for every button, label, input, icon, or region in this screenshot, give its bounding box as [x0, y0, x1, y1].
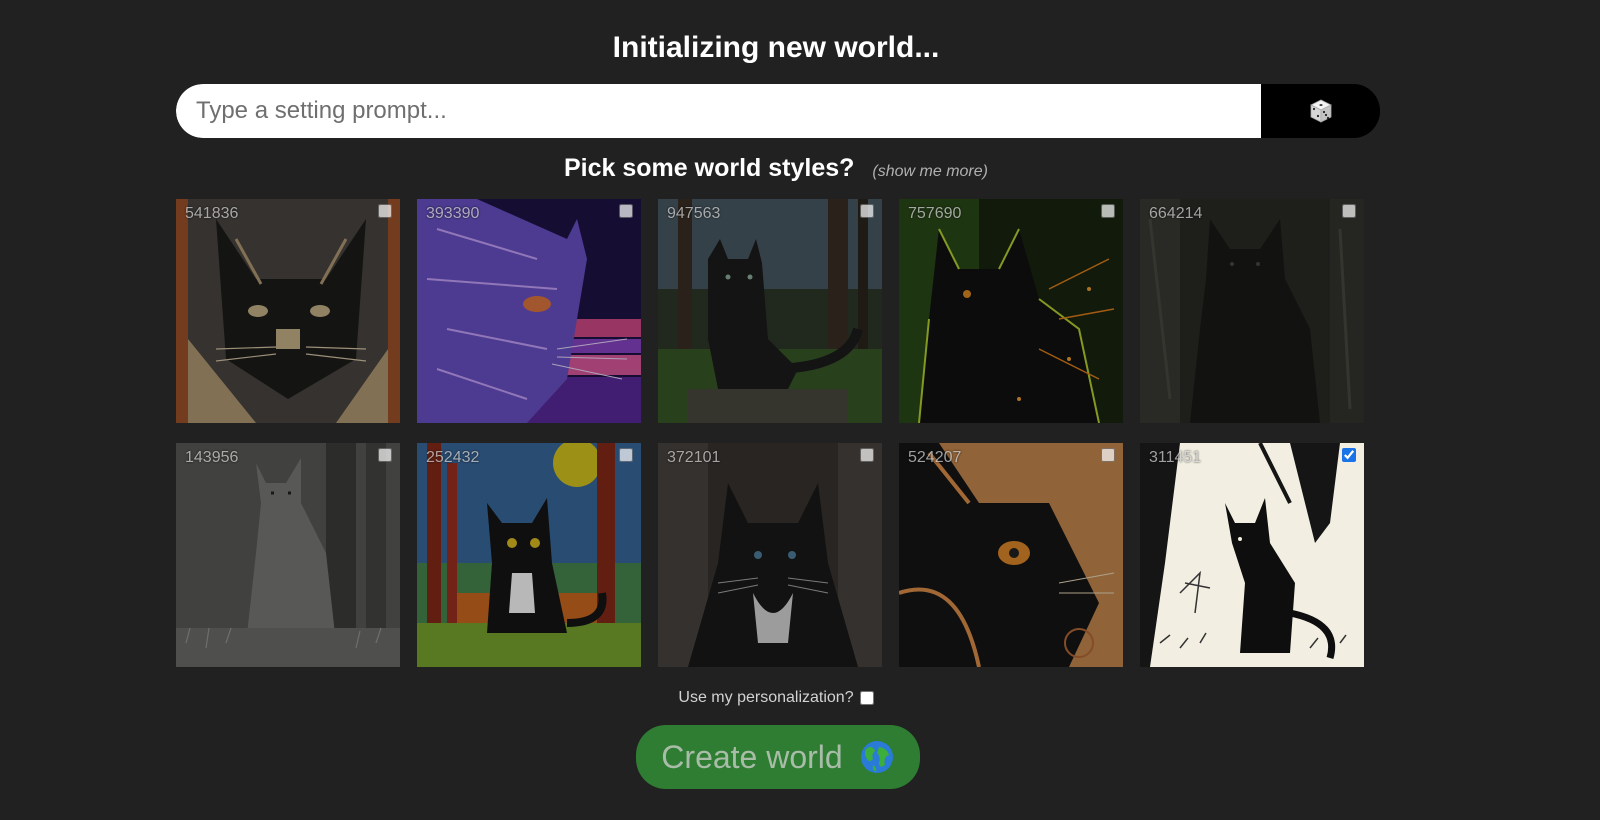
tile-overlay [1140, 443, 1364, 667]
style-id: 372101 [667, 449, 721, 466]
style-tile[interactable]: 252432 [417, 443, 641, 667]
style-id: 524207 [908, 449, 962, 466]
create-world-label: Create world [661, 738, 843, 775]
tile-overlay [1140, 199, 1364, 423]
create-world-button[interactable]: Create world [636, 725, 920, 789]
style-id: 143956 [185, 449, 239, 466]
setting-prompt-input[interactable] [176, 84, 1261, 138]
style-tile[interactable]: 757690 [899, 199, 1123, 423]
tile-overlay [417, 443, 641, 667]
style-grid: 541836 393390 947563 757690 664214 14395… [176, 199, 1364, 667]
personalization-checkbox[interactable] [859, 691, 874, 705]
style-checkbox[interactable] [378, 204, 392, 218]
style-tile[interactable]: 664214 [1140, 199, 1364, 423]
style-checkbox[interactable] [1342, 204, 1356, 218]
style-id: 541836 [185, 205, 239, 222]
page-title: Initializing new world... [612, 31, 940, 64]
style-id: 252432 [426, 449, 480, 466]
globe-icon [860, 741, 893, 773]
tile-overlay [899, 199, 1123, 423]
random-prompt-button[interactable] [1261, 84, 1380, 138]
tile-overlay [658, 443, 882, 667]
world-init-page: Initializing new world... Pick some worl… [0, 0, 1600, 820]
style-tile[interactable]: 524207 [899, 443, 1123, 667]
personalization-label: Use my personalization? [678, 689, 854, 706]
prompt-bar [176, 84, 1380, 138]
style-checkbox[interactable] [1342, 448, 1356, 462]
style-checkbox[interactable] [619, 448, 633, 462]
tile-overlay [176, 199, 400, 423]
style-id: 947563 [667, 205, 721, 222]
style-checkbox[interactable] [378, 448, 392, 462]
style-checkbox[interactable] [860, 448, 874, 462]
style-checkbox[interactable] [860, 204, 874, 218]
style-tile[interactable]: 143956 [176, 443, 400, 667]
styles-heading: Pick some world styles? (show me more) [0, 154, 1552, 183]
style-tile[interactable]: 541836 [176, 199, 400, 423]
dice-icon [1309, 99, 1332, 123]
tile-overlay [899, 443, 1123, 667]
styles-heading-text: Pick some world styles? [564, 154, 855, 182]
style-tile[interactable]: 393390 [417, 199, 641, 423]
style-checkbox[interactable] [619, 204, 633, 218]
style-tile[interactable]: 947563 [658, 199, 882, 423]
tile-overlay [176, 443, 400, 667]
style-id: 757690 [908, 205, 962, 222]
tile-overlay [417, 199, 641, 423]
tile-overlay [658, 199, 882, 423]
style-id: 311451 [1149, 449, 1202, 466]
style-tile[interactable]: 372101 [658, 443, 882, 667]
personalization-toggle[interactable]: Use my personalization? [0, 689, 1552, 707]
style-checkbox[interactable] [1101, 448, 1115, 462]
style-tile[interactable]: 311451 [1140, 443, 1364, 667]
show-more-link[interactable]: (show me more) [872, 163, 988, 181]
style-checkbox[interactable] [1101, 204, 1115, 218]
style-id: 664214 [1149, 205, 1203, 222]
style-id: 393390 [426, 205, 480, 222]
